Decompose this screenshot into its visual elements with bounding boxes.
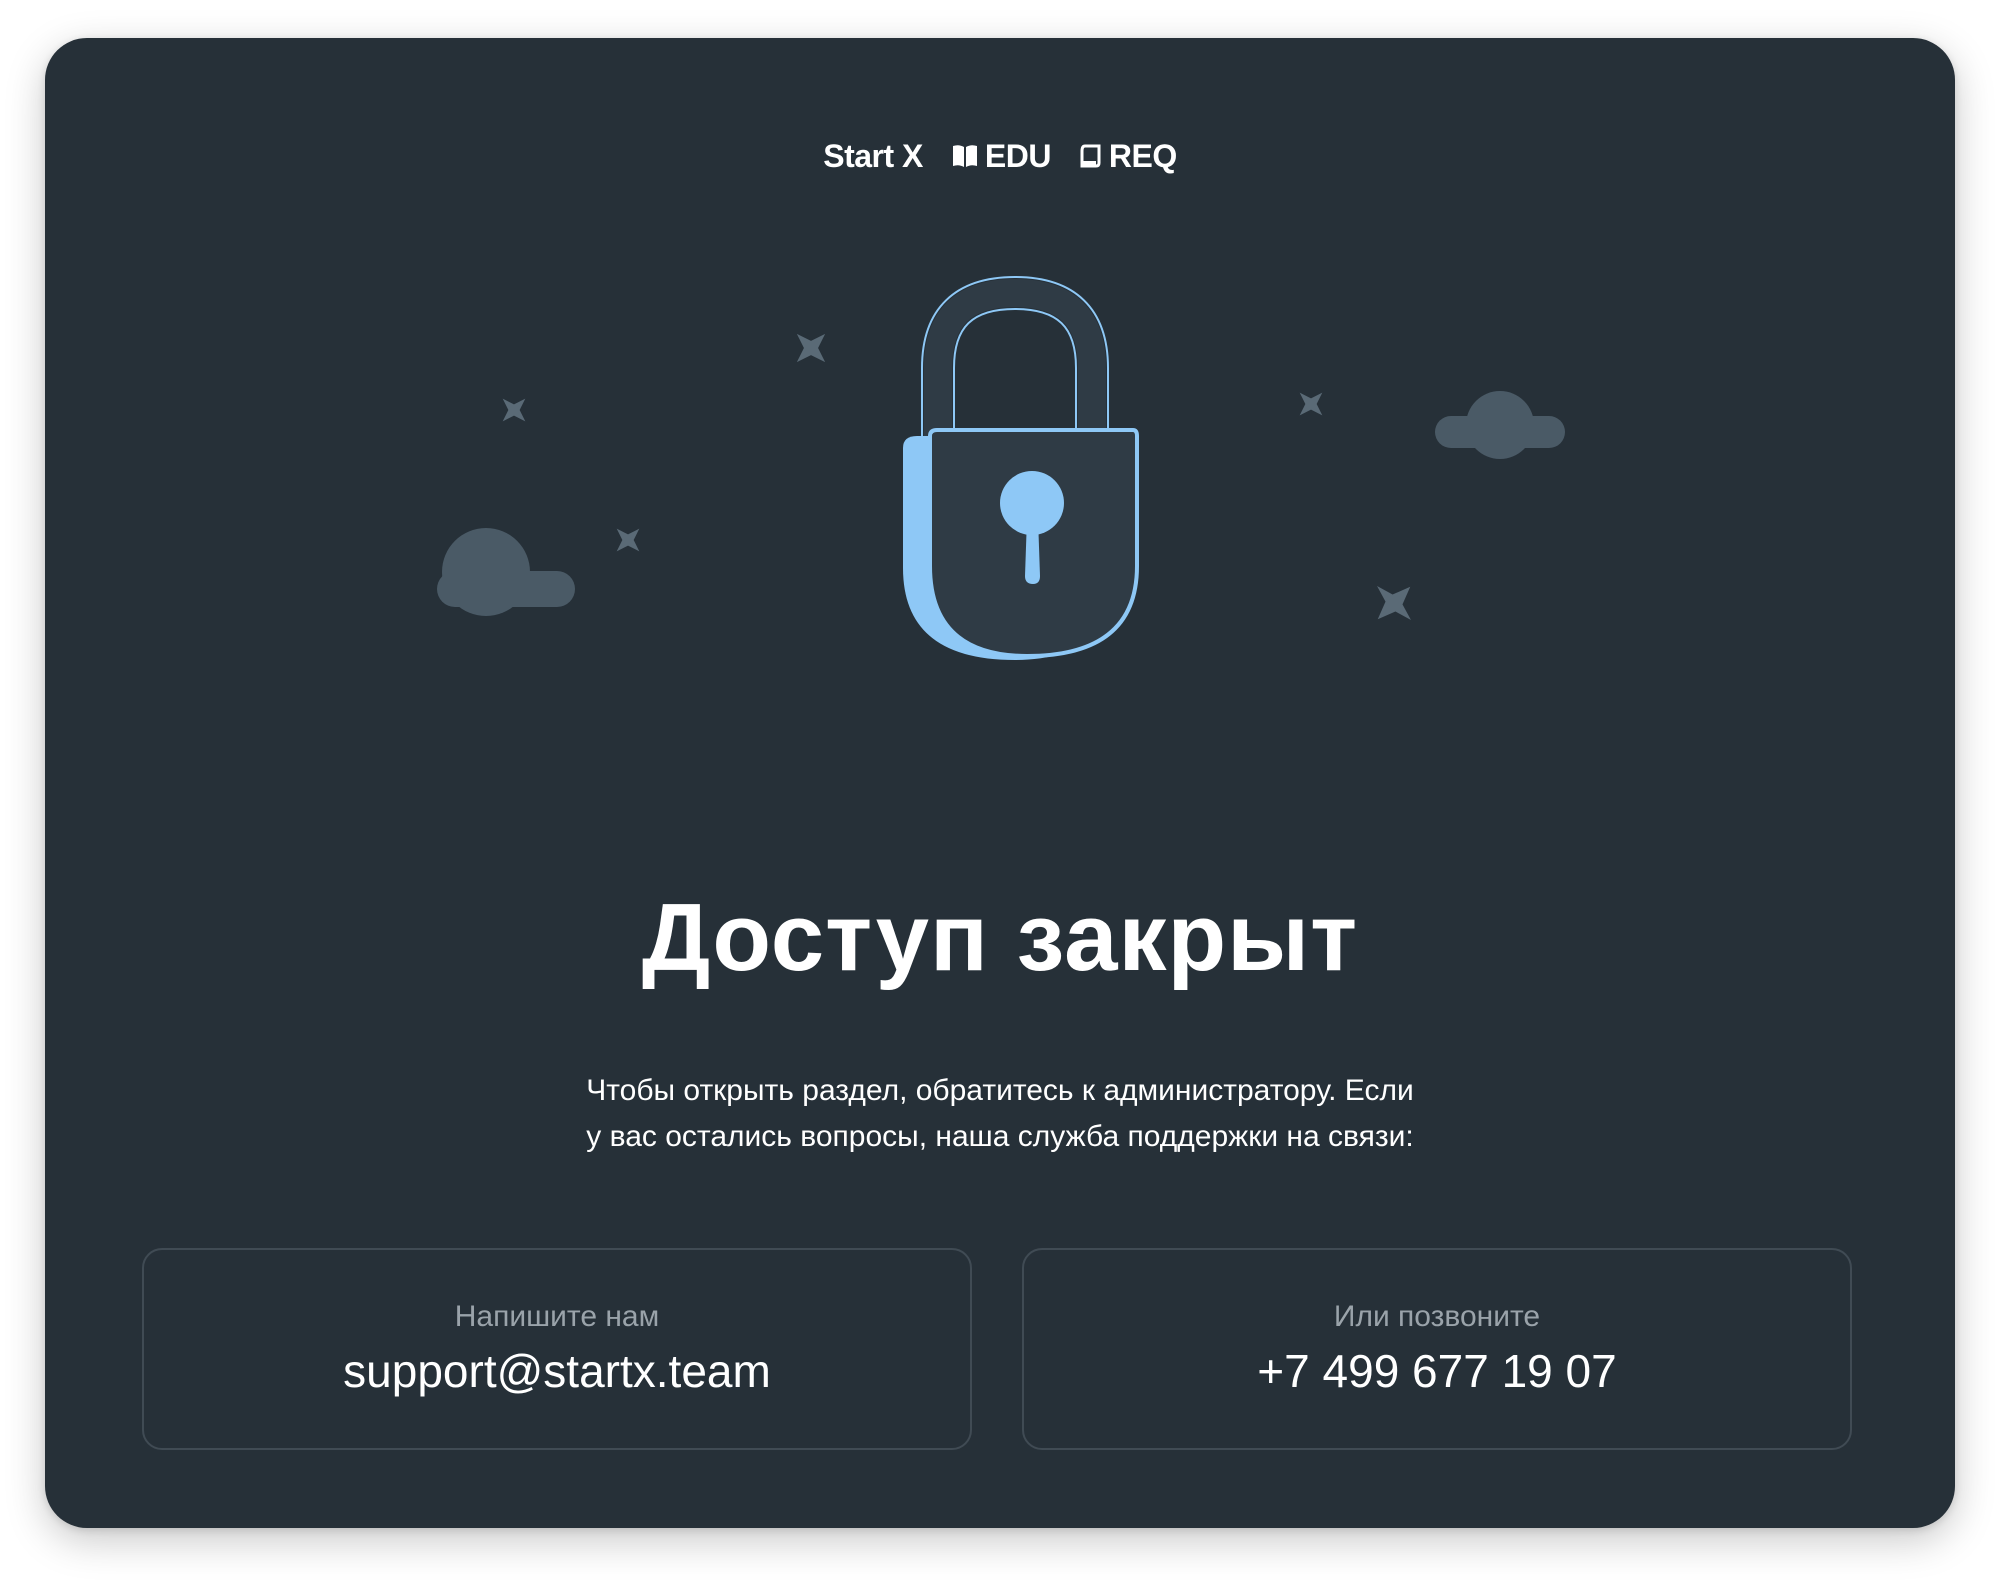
sparkle-icon	[1299, 392, 1323, 416]
email-link[interactable]: support@startx.team	[343, 1344, 771, 1398]
sparkle-icon	[1377, 586, 1411, 620]
email-label: Напишите нам	[454, 1300, 660, 1333]
description-line-1: Чтобы открыть раздел, обратитесь к админ…	[586, 1074, 1414, 1107]
cloud-icon	[437, 528, 575, 616]
cloud-icon	[1435, 391, 1565, 459]
padlock-icon	[903, 275, 1139, 660]
phone-link[interactable]: +7 499 677 19 07	[1257, 1344, 1616, 1398]
page-title: Доступ закрыт	[641, 884, 1359, 991]
phone-contact-card: Или позвоните +7 499 677 19 07	[1022, 1248, 1852, 1450]
sparkle-icon	[502, 398, 526, 422]
sparkle-icon	[616, 528, 640, 552]
description: Чтобы открыть раздел, обратитесь к админ…	[550, 1068, 1450, 1160]
description-line-2: у вас остались вопросы, наша служба подд…	[586, 1120, 1414, 1153]
email-contact-card: Напишите нам support@startx.team	[142, 1248, 972, 1450]
lock-illustration	[437, 275, 1565, 660]
access-denied-card: Start X EDU REQ Доступ закрыт Чтобы откр…	[45, 38, 1955, 1528]
sparkle-icon	[796, 333, 826, 363]
phone-label: Или позвоните	[1333, 1300, 1541, 1333]
